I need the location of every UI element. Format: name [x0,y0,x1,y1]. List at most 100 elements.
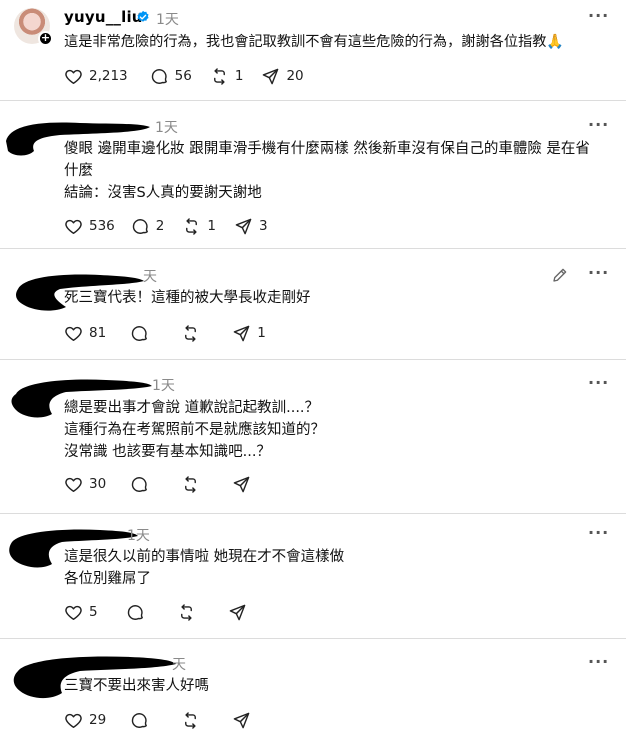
repost-button[interactable]: 1 [210,67,244,86]
comment-button[interactable] [130,711,163,730]
post-actions: 2,213 56 1 20 [64,66,322,86]
repost-button[interactable] [181,475,214,494]
reply-text-line: 沒常識 也該要有基本知識吧...？ [64,444,271,460]
share-icon [234,217,253,236]
reply-text-line: 這種行為在考駕照前不是就應該知道的？ [64,422,325,438]
more-options-icon[interactable]: ··· [588,6,609,25]
reply-1: 1天 ··· 傻眼 邊開車邊化妝 跟開車滑手機有什麼兩樣 然後新車沒有保自己的車… [0,101,626,248]
post-time: 1天 [156,12,179,28]
share-count: 20 [286,68,304,84]
share-count: 1 [257,325,266,341]
comment-icon [126,603,145,622]
repost-icon [210,67,229,86]
heart-icon [64,603,83,622]
like-count: 29 [89,712,107,728]
reply-time: 天 [143,269,157,285]
like-count: 81 [89,325,107,341]
reply-4: 1天 ··· 這是很久以前的事情啦 她現在才不會這樣做 各位別雞屌了 5 [0,514,626,638]
repost-button[interactable] [181,324,214,343]
like-button[interactable]: 2,213 [64,67,128,86]
like-count: 2,213 [89,68,128,84]
more-options-icon[interactable]: ··· [588,652,609,671]
reply-text-line: 傻眼 邊開車邊化妝 跟開車滑手機有什麼兩樣 然後新車沒有保自己的車體險 是在省 [64,141,590,157]
heart-icon [64,217,83,236]
reply-text-line: 總是要出事才會說 道歉說記起教訓....？ [64,400,320,416]
comment-icon [130,475,149,494]
more-options-icon[interactable]: ··· [588,263,609,282]
share-button[interactable]: 1 [232,324,266,343]
follow-plus-icon[interactable]: + [38,31,53,46]
comment-icon [130,711,149,730]
share-button[interactable]: 20 [261,67,304,86]
post-text: 這是非常危險的行為，我也會記取教訓不會有這些危險的行為，謝謝各位指教🙏 [64,34,565,50]
more-options-icon[interactable]: ··· [588,523,609,542]
heart-icon [64,324,83,343]
reply-time: 1天 [155,120,178,136]
share-icon [232,475,251,494]
share-icon [232,324,251,343]
reply-actions: 81 1 [64,323,284,343]
like-count: 536 [89,218,115,234]
like-button[interactable]: 29 [64,711,106,730]
more-options-icon[interactable]: ··· [588,373,609,392]
heart-icon [64,711,83,730]
comment-button[interactable] [126,603,159,622]
main-post: + yuyu__liu 1天 ··· 這是非常危險的行為，我也會記取教訓不會有這… [0,0,626,100]
comment-button[interactable]: 2 [131,217,165,236]
more-options-icon[interactable]: ··· [588,115,609,134]
reply-3: 1天 ··· 總是要出事才會說 道歉說記起教訓....？ 這種行為在考駕照前不是… [0,360,626,513]
reply-text-line: 各位別雞屌了 [64,571,151,587]
reply-time: 1天 [127,528,150,544]
repost-button[interactable] [177,603,210,622]
share-icon [228,603,247,622]
edit-pencil-icon[interactable] [551,266,569,284]
heart-icon [64,67,83,86]
reply-2: 天 ··· 死三寶代表！這種的被大學長收走剛好 81 1 [0,249,626,359]
repost-button[interactable] [181,711,214,730]
share-icon [232,711,251,730]
reply-text-line: 死三寶代表！這種的被大學長收走剛好 [64,290,311,306]
repost-count: 1 [234,68,244,84]
repost-icon [182,217,201,236]
comment-icon [130,324,149,343]
reply-5: 天 ··· 三寶不要出來害人好嗎 29 [0,639,626,745]
like-count: 5 [89,604,98,620]
reply-time: 天 [172,657,186,673]
comment-button[interactable] [130,475,163,494]
share-icon [261,67,280,86]
comment-icon [131,217,150,236]
like-button[interactable]: 81 [64,324,106,343]
reply-actions: 5 [64,602,279,622]
reply-text-line: 這是很久以前的事情啦 她現在才不會這樣做 [64,549,345,565]
reply-actions: 29 [64,710,283,730]
share-button[interactable]: 3 [234,217,268,236]
share-button[interactable] [232,711,265,730]
comment-count: 56 [174,68,192,84]
username[interactable]: yuyu__liu [64,8,143,26]
verified-badge-icon [137,10,149,22]
comment-button[interactable] [130,324,163,343]
reply-time: 1天 [152,378,175,394]
share-button[interactable] [232,475,265,494]
reply-actions: 30 [64,474,283,494]
share-count: 3 [258,218,268,234]
repost-button[interactable]: 1 [182,217,216,236]
comment-icon [150,67,169,86]
like-button[interactable]: 536 [64,217,115,236]
repost-icon [181,711,200,730]
like-count: 30 [89,476,107,492]
share-button[interactable] [228,603,261,622]
repost-icon [181,324,200,343]
reply-text-line: 什麼 [64,163,93,179]
like-button[interactable]: 30 [64,475,106,494]
reply-text-line: 結論：沒害S人真的要謝天謝地 [64,185,262,201]
heart-icon [64,475,83,494]
repost-count: 1 [207,218,216,234]
repost-icon [181,475,200,494]
comment-count: 2 [155,218,165,234]
comment-button[interactable]: 56 [150,67,192,86]
like-button[interactable]: 5 [64,603,98,622]
reply-actions: 536 2 1 3 [64,216,286,236]
repost-icon [177,603,196,622]
reply-text-line: 三寶不要出來害人好嗎 [64,678,209,694]
